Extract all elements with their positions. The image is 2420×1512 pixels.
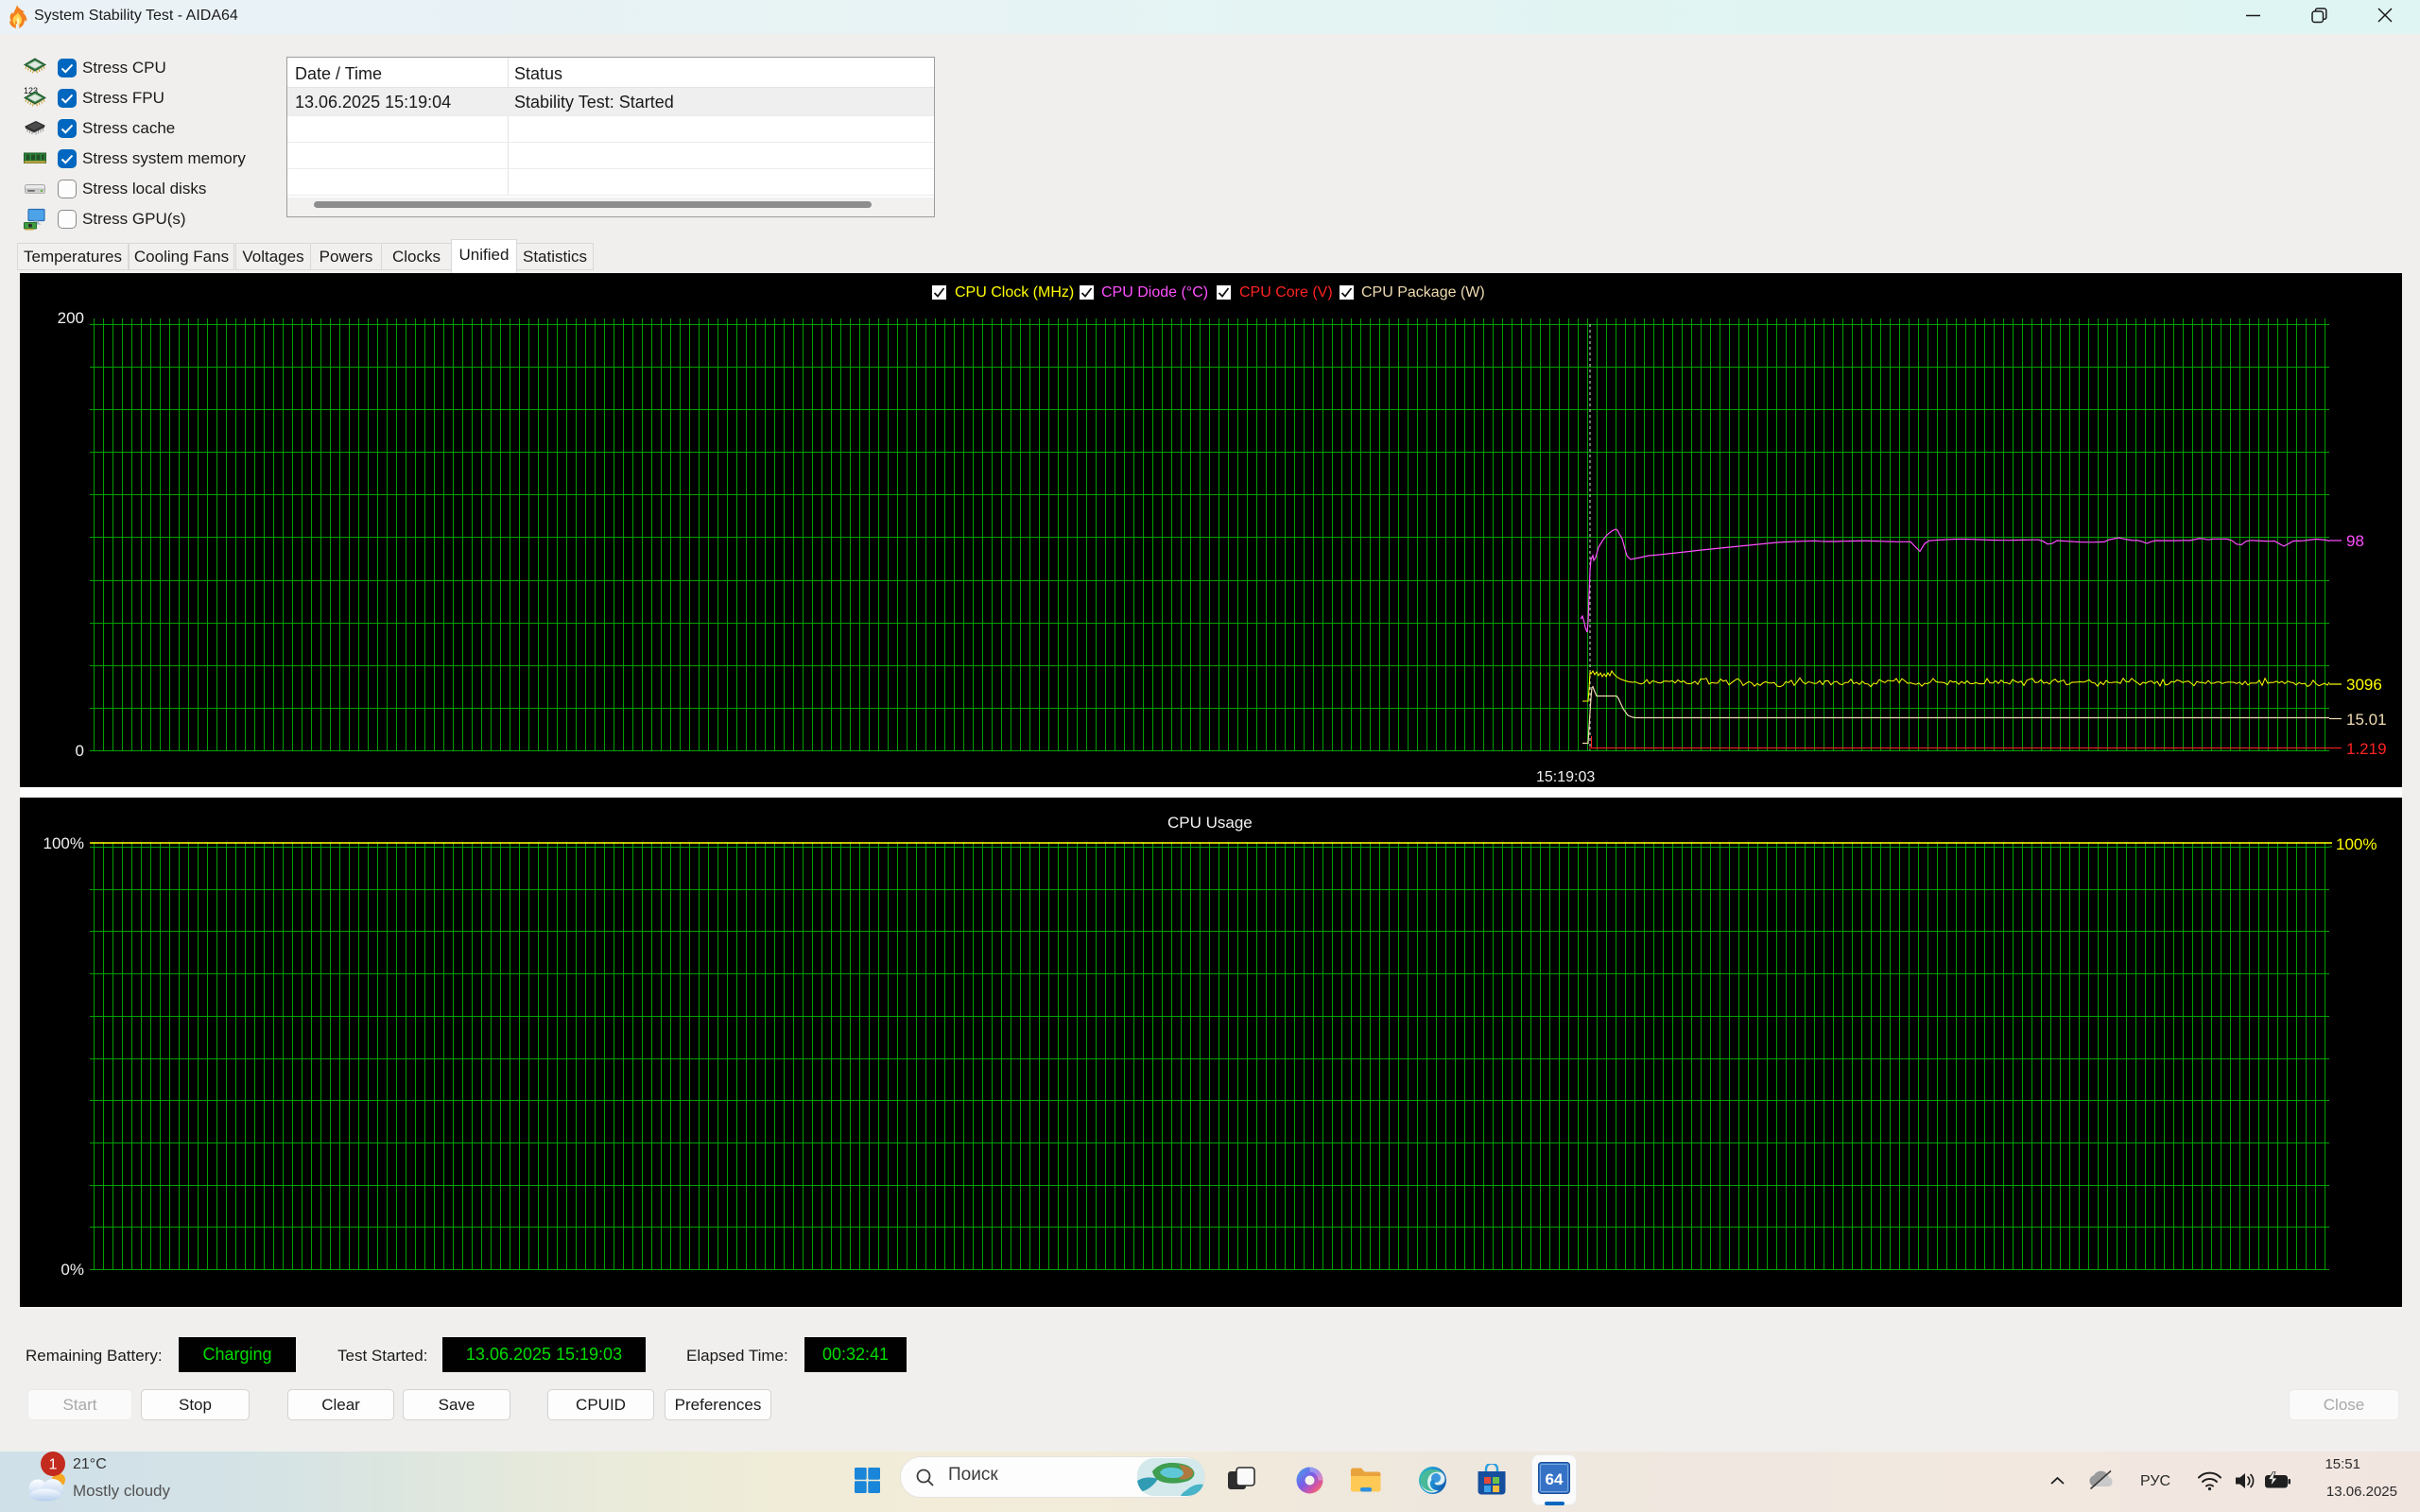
svg-text:64: 64 xyxy=(1546,1470,1564,1488)
svg-text:1: 1 xyxy=(49,1457,58,1473)
